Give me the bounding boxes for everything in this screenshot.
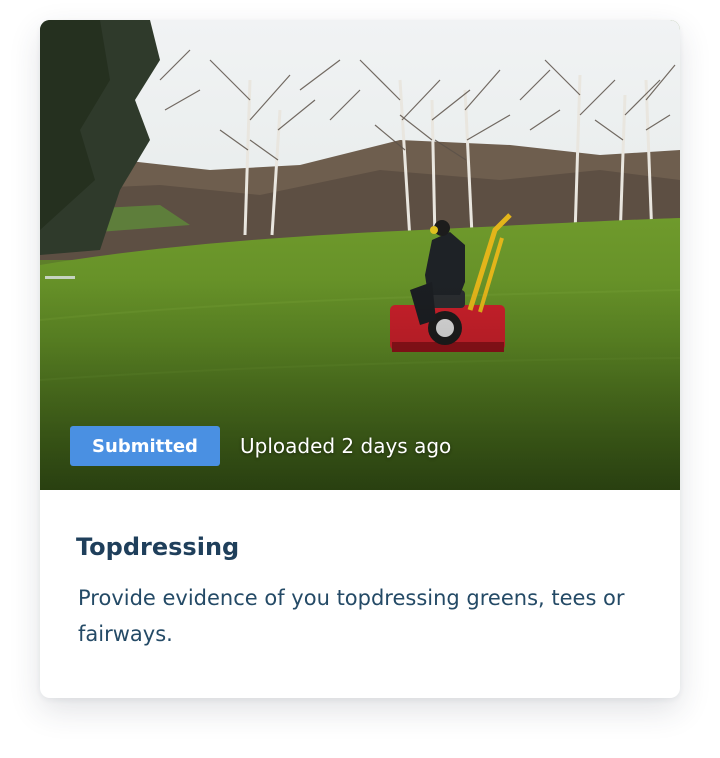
card-body: Topdressing Provide evidence of you topd… bbox=[40, 490, 680, 652]
upload-time-text: Uploaded 2 days ago bbox=[240, 434, 452, 458]
card-title: Topdressing bbox=[76, 533, 240, 561]
status-badge: Submitted bbox=[70, 426, 220, 466]
task-card[interactable]: Submitted Uploaded 2 days ago Topdressin… bbox=[40, 20, 680, 698]
card-description: Provide evidence of you topdressing gree… bbox=[78, 586, 625, 646]
golf-green-photo bbox=[40, 20, 680, 490]
photo-overlay: Submitted Uploaded 2 days ago bbox=[70, 426, 451, 466]
task-photo[interactable]: Submitted Uploaded 2 days ago bbox=[40, 20, 680, 490]
